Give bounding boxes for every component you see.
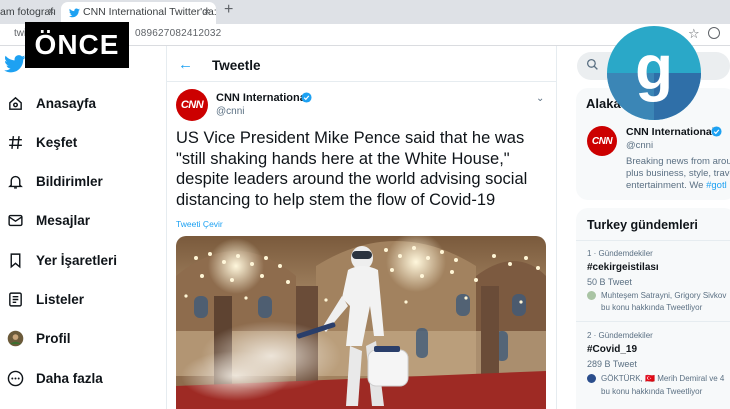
suggestion-bio: Breaking news from arou — [626, 156, 730, 167]
nav-label: Bildirimler — [36, 173, 103, 189]
hashtag-link[interactable]: #gotl — [706, 180, 727, 191]
nav-item-profile[interactable]: Profil — [6, 326, 71, 350]
close-icon[interactable]: × — [204, 2, 210, 22]
nav-item-explore[interactable]: Keşfet — [6, 130, 77, 154]
before-label: ÖNCE — [25, 22, 129, 68]
suggestion-bio: entertainment. We #gotl — [626, 180, 727, 191]
trend-meta: 1 · Gündemdekiler — [587, 249, 653, 258]
nav-item-home[interactable]: Anasayfa — [6, 91, 96, 115]
browser-tab[interactable]: am fotografı × — [0, 2, 58, 24]
divider — [576, 240, 730, 241]
suggestion-avatar[interactable]: CNN — [587, 126, 617, 156]
column-divider — [556, 46, 557, 409]
twitter-logo-icon[interactable] — [4, 55, 26, 73]
suggestion-bio-text: entertainment. We — [626, 180, 707, 191]
nav-item-more[interactable]: Daha fazla — [6, 366, 103, 390]
trend-people: Muhteşem Satrayni, Grigory Sivkov — [601, 291, 727, 300]
nav-label: Profil — [36, 330, 71, 346]
nav-label: Yer İşaretleri — [36, 252, 118, 268]
suggestion-handle: @cnni — [626, 140, 654, 151]
nav-item-messages[interactable]: Mesajlar — [6, 208, 90, 232]
browser-tab-bar: am fotografı × CNN International Twitter… — [0, 0, 730, 24]
list-icon — [6, 290, 24, 308]
nav-label: Keşfet — [36, 134, 78, 150]
nav-item-bookmarks[interactable]: Yer İşaretleri — [6, 248, 117, 272]
hashtag-icon — [6, 133, 24, 151]
author-handle[interactable]: @cnni — [216, 106, 245, 117]
trend-hashtag[interactable]: #Covid_19 — [587, 344, 637, 355]
verified-badge-icon — [301, 92, 312, 103]
browser-tab-active[interactable]: CNN International Twitter'da: "US × — [61, 2, 216, 24]
nav-label: Daha fazla — [36, 370, 103, 386]
suggestion-name[interactable]: CNN International — [626, 126, 715, 138]
avatar — [587, 291, 596, 300]
bell-icon — [6, 172, 24, 190]
column-divider — [166, 46, 167, 409]
twitter-favicon-icon — [69, 8, 80, 18]
trend-hashtag[interactable]: #cekirgeistilası — [587, 262, 659, 273]
suggestion-bio: plus business, style, trave — [626, 168, 730, 179]
new-tab-button[interactable]: + — [224, 1, 233, 19]
trends-title: Turkey gündemleri — [587, 218, 698, 232]
more-icon — [6, 369, 24, 387]
url-text-end: 089627082412032 — [135, 28, 222, 39]
verified-badge-icon — [711, 126, 722, 137]
nav-item-notifications[interactable]: Bildirimler — [6, 169, 103, 193]
search-icon — [586, 58, 598, 70]
tweet-photo[interactable] — [176, 236, 546, 409]
translate-tweet-link[interactable]: Tweeti Çevir — [176, 219, 223, 229]
tweet-text: US Vice President Mike Pence said that h… — [176, 129, 528, 209]
avatar — [6, 329, 24, 347]
nav-label: Anasayfa — [36, 95, 97, 111]
brand-logo: g — [607, 26, 701, 120]
avatar — [587, 374, 596, 383]
home-icon — [6, 94, 24, 112]
tab-title: CNN International Twitter'da: "US — [83, 6, 216, 18]
browser-profile-icon[interactable] — [708, 27, 720, 39]
back-arrow-icon[interactable]: ← — [178, 56, 193, 73]
nav-label: Mesajlar — [36, 212, 91, 228]
trend-people: GÖKTÜRK, 🇹🇷 Merih Demiral ve 4 — [601, 374, 725, 383]
logo-letter: g — [635, 34, 673, 103]
trend-subtext: bu konu hakkında Tweetliyor — [601, 303, 703, 312]
mail-icon — [6, 211, 24, 229]
close-icon[interactable]: × — [48, 2, 54, 22]
page-title: Tweetle — [212, 58, 261, 73]
nav-item-lists[interactable]: Listeler — [6, 287, 84, 311]
trend-subtext: bu konu hakkında Tweetliyor — [601, 387, 703, 396]
header-divider — [167, 81, 556, 82]
divider — [576, 321, 730, 322]
author-name[interactable]: CNN International — [216, 92, 309, 104]
nav-label: Listeler — [36, 291, 85, 307]
author-avatar[interactable]: CNN — [176, 89, 208, 121]
trend-count: 289 B Tweet — [587, 359, 637, 369]
chevron-down-icon[interactable]: ⌄ — [536, 93, 544, 104]
bookmark-icon — [6, 251, 24, 269]
trend-meta: 2 · Gündemdekiler — [587, 331, 653, 340]
trend-count: 50 B Tweet — [587, 277, 632, 287]
